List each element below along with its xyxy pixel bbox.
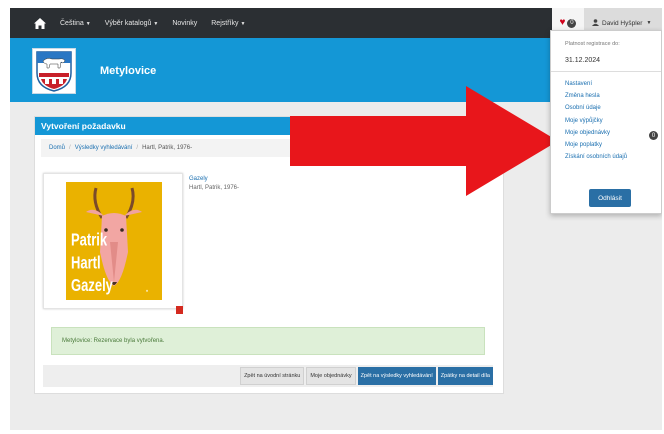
registration-validity-label: Platnost registrace do: xyxy=(565,41,620,47)
back-to-home-button[interactable]: Zpět na úvodní stránku xyxy=(240,367,305,385)
nav-language-menu[interactable]: Čeština ▼ xyxy=(60,20,91,27)
book-info: Gazely Hartl, Patrik, 1976- xyxy=(189,175,239,193)
registration-validity-date: 31.12.2024 xyxy=(565,57,601,64)
menu-item-my-fees[interactable]: Moje poplatky xyxy=(565,139,627,151)
breadcrumb-current: Hartl, Patrik, 1976- xyxy=(142,145,193,151)
menu-item-get-personal-data[interactable]: Získání osobních údajů xyxy=(565,151,627,163)
dropdown-menu-list: Nastavení Změna hesla Osobní údaje Moje … xyxy=(565,78,627,163)
user-dropdown-menu: Platnost registrace do: 31.12.2024 Nasta… xyxy=(550,30,662,214)
home-icon[interactable] xyxy=(32,15,48,31)
caret-down-icon: ▼ xyxy=(240,20,246,27)
menu-item-my-loans[interactable]: Moje výpůjčky xyxy=(565,115,627,127)
orders-count-badge: 0 xyxy=(649,131,658,140)
browser-viewport: Čeština ▼ Výběr katalogů ▼ Novinky Rejstří… xyxy=(10,8,662,430)
breadcrumb-results-link[interactable]: Výsledky vyhledávání xyxy=(75,145,133,151)
nav-catalogs-label: Výběr katalogů xyxy=(104,19,152,27)
book-cover-image: ♦ Patrik Hartl Gazely xyxy=(66,182,162,300)
favorites-count-badge: 0 xyxy=(567,18,577,28)
user-icon xyxy=(592,18,599,28)
heart-icon: ♥ xyxy=(559,17,566,28)
dropdown-divider xyxy=(551,71,661,72)
caret-down-icon: ▼ xyxy=(85,20,91,27)
menu-item-personal-info[interactable]: Osobní údaje xyxy=(565,102,627,114)
breadcrumb-home-link[interactable]: Domů xyxy=(49,145,65,151)
red-arrow-annotation xyxy=(290,86,558,196)
action-buttons: Zpět na úvodní stránku Moje objednávky Z… xyxy=(43,365,493,387)
book-title-link[interactable]: Gazely xyxy=(189,175,239,184)
menu-item-change-password[interactable]: Změna hesla xyxy=(565,90,627,102)
breadcrumb-separator: / xyxy=(136,145,139,151)
back-to-detail-button[interactable]: Zpátky na detail díla xyxy=(437,367,493,385)
nav-language-label: Čeština xyxy=(60,19,84,27)
nav-catalogs-menu[interactable]: Výběr katalogů ▼ xyxy=(105,20,159,27)
breadcrumb-separator: / xyxy=(69,145,71,151)
caret-down-icon: ▼ xyxy=(646,20,652,26)
pdf-icon[interactable] xyxy=(176,306,183,314)
menu-item-settings[interactable]: Nastavení xyxy=(565,78,627,90)
municipality-coat-of-arms-logo[interactable] xyxy=(32,48,76,94)
menu-item-my-orders[interactable]: Moje objednávky xyxy=(565,127,627,139)
my-orders-button[interactable]: Moje objednávky xyxy=(306,367,356,385)
nav-news-label: Novinky xyxy=(172,19,198,27)
site-title[interactable]: Metylovice xyxy=(100,65,156,77)
svg-text:♦: ♦ xyxy=(146,288,148,293)
logout-button[interactable]: Odhlásit xyxy=(589,189,631,207)
user-name: David Hyšpler xyxy=(602,19,643,27)
back-to-results-button[interactable]: Zpět na výsledky vyhledávání xyxy=(357,367,436,385)
nav-indexes-menu[interactable]: Rejstříky ▼ xyxy=(211,20,245,27)
nav-indexes-label: Rejstříky xyxy=(211,19,239,27)
nav-news-link[interactable]: Novinky xyxy=(172,20,197,27)
success-alert-text: Metylovice: Rezervace byla vytvořena. xyxy=(62,338,165,344)
cover-title-text: Gazely xyxy=(71,275,113,296)
cover-author-text: Patrik Hartl xyxy=(71,229,108,273)
caret-down-icon: ▼ xyxy=(153,20,159,27)
book-cover-card[interactable]: ♦ Patrik Hartl Gazely xyxy=(43,173,183,314)
success-alert: Metylovice: Rezervace byla vytvořena. xyxy=(51,327,485,355)
book-author: Hartl, Patrik, 1976- xyxy=(189,185,240,191)
